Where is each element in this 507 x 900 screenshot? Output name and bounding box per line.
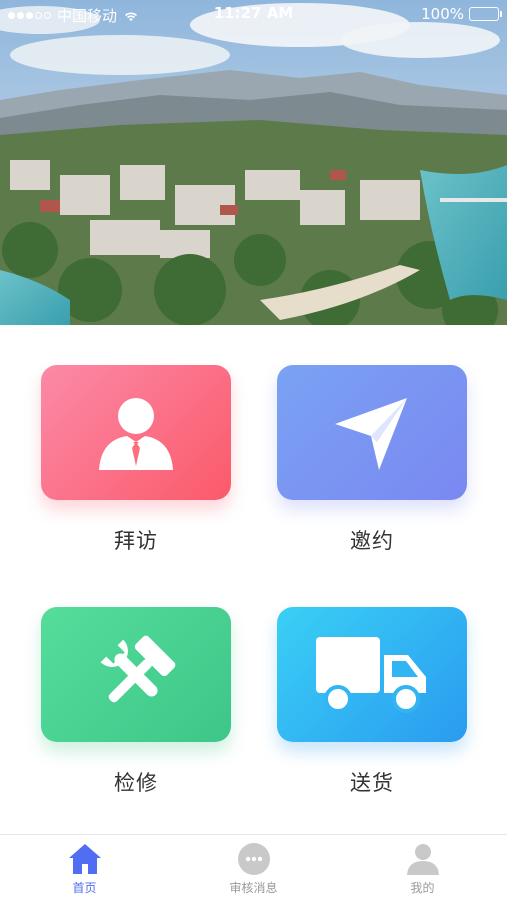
grid-item-invite[interactable]: 邀约: [277, 365, 467, 560]
tab-review-messages[interactable]: 审核消息: [169, 835, 338, 900]
landscape-image: [0, 0, 507, 325]
home-icon: [68, 844, 101, 874]
status-bar: 中国移动 11:27 AM 100%: [0, 0, 507, 30]
battery-percent: 100%: [421, 5, 464, 23]
tab-mine-label: 我的: [410, 881, 435, 895]
grid-item-deliver[interactable]: 送货: [277, 607, 467, 802]
tab-home[interactable]: 首页: [0, 835, 169, 900]
delivery-truck-icon: [316, 636, 426, 713]
grid-item-visit[interactable]: 拜访: [41, 365, 231, 560]
tab-review-messages-label: 审核消息: [229, 881, 278, 895]
invite-label: 邀约: [350, 529, 394, 553]
chat-icon: [237, 843, 270, 875]
tab-home-label: 首页: [72, 881, 97, 895]
grid-item-repair[interactable]: 检修: [41, 607, 231, 802]
wrench-hammer-icon: [100, 635, 176, 702]
battery-info: 100%: [421, 5, 502, 23]
paper-plane-icon: [335, 397, 407, 470]
visitor-icon: [99, 397, 173, 470]
visit-label: 拜访: [114, 529, 158, 553]
hero-banner: [0, 0, 507, 325]
deliver-label: 送货: [350, 771, 394, 795]
visit-tile[interactable]: [41, 365, 231, 500]
repair-label: 检修: [114, 771, 158, 795]
deliver-tile[interactable]: [277, 607, 467, 742]
invite-tile[interactable]: [277, 365, 467, 500]
user-icon: [406, 844, 439, 875]
tab-mine[interactable]: 我的: [338, 835, 507, 900]
battery-icon: [469, 7, 502, 21]
repair-tile[interactable]: [41, 607, 231, 742]
tab-bar: 首页 审核消息 我的: [0, 834, 507, 900]
